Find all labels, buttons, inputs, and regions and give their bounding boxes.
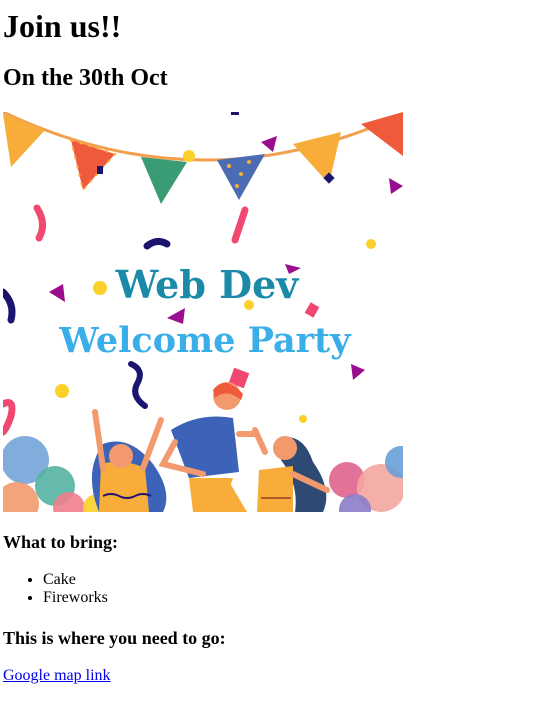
event-date-heading: On the 30th Oct <box>3 65 168 91</box>
list-item: Fireworks <box>43 589 108 607</box>
google-map-link[interactable]: Google map link <box>3 667 111 685</box>
page-title: Join us!! <box>3 8 122 44</box>
banner-title-line1: Web Dev <box>115 262 301 307</box>
what-to-bring-heading: What to bring: <box>3 532 119 552</box>
list-item: Cake <box>43 571 108 589</box>
party-banner-image: Web Dev Welcome Party <box>3 112 403 512</box>
bring-list: Cake Fireworks <box>3 571 108 607</box>
banner-title-line2: Welcome Party <box>58 320 352 361</box>
destination-heading: This is where you need to go: <box>3 628 226 648</box>
